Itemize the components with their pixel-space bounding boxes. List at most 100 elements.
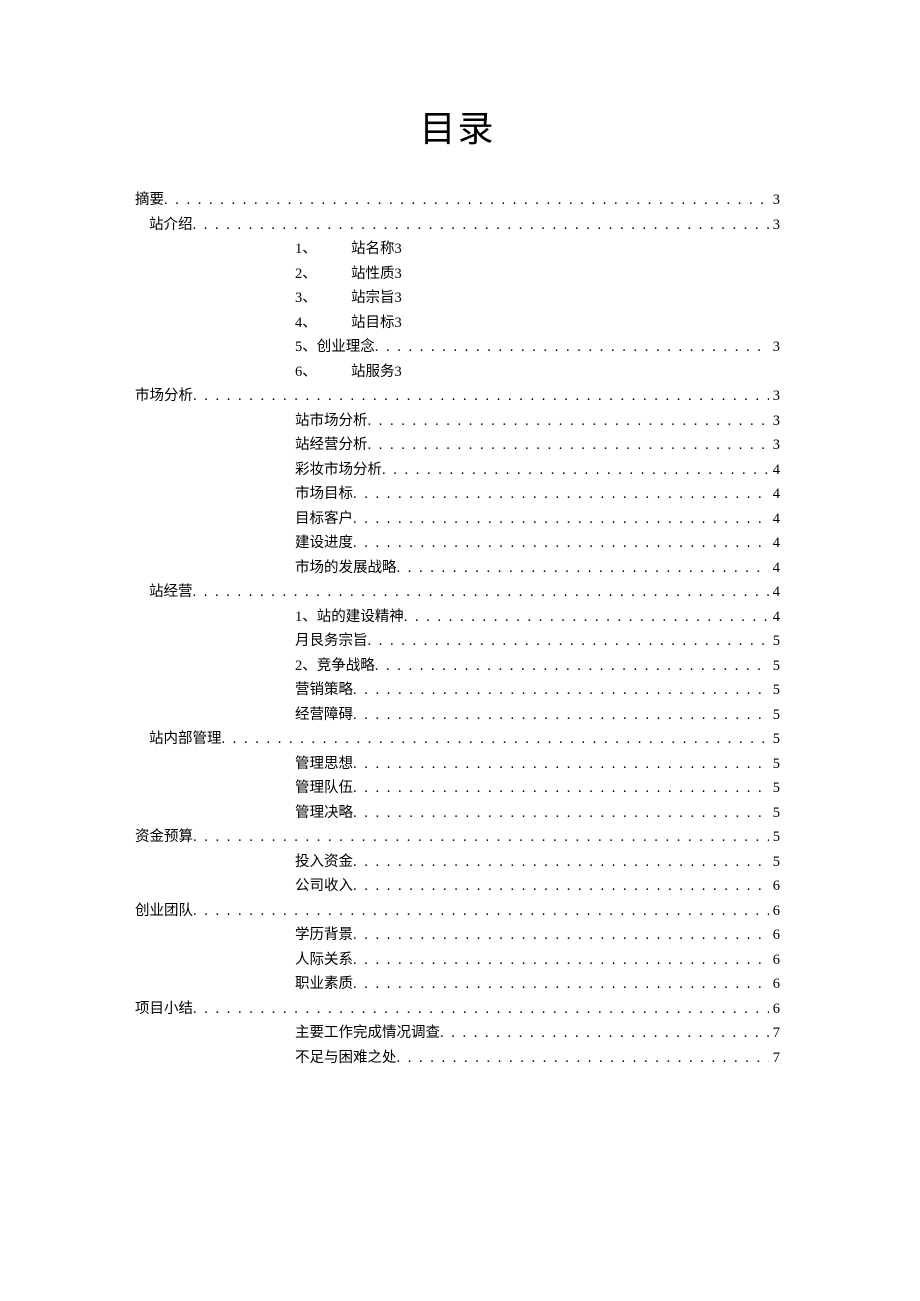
toc-line: 站市场分析3 <box>135 409 780 434</box>
toc-pageno: 5 <box>769 727 780 752</box>
toc-line: 人际关系 6 <box>135 948 780 973</box>
toc-line: 站经营分析 3 <box>135 433 780 458</box>
toc-line: 市场的发展战略 4 <box>135 556 780 581</box>
toc-pageno: 3 <box>395 286 402 311</box>
toc-label: 月艮务宗旨 <box>295 629 368 654</box>
toc-line: 目标客户 4 <box>135 507 780 532</box>
toc-label: 目标客户 <box>295 507 353 532</box>
toc-leader <box>353 776 769 801</box>
toc-pageno: 3 <box>769 433 780 458</box>
toc-line: 摘要 3 <box>135 188 780 213</box>
toc-line: 1、站名称3 <box>135 237 780 262</box>
toc-label: 建设进度 <box>295 531 353 556</box>
toc-line: 6、站服务3 <box>135 360 780 385</box>
toc-label: 竞争战略 <box>317 654 375 679</box>
toc-number: 5、 <box>295 335 317 360</box>
toc-label: 站经营分析 <box>295 433 368 458</box>
toc-line: 2、竞争战略5 <box>135 654 780 679</box>
toc-label: 营销策略 <box>295 678 353 703</box>
toc-leader <box>193 384 769 409</box>
toc-pageno: 5 <box>769 801 780 826</box>
toc-label: 经营障碍 <box>295 703 353 728</box>
toc-line: 4、站目标3 <box>135 311 780 336</box>
toc-leader <box>353 972 769 997</box>
toc-label: 站介绍 <box>149 213 193 238</box>
toc-leader <box>353 703 769 728</box>
toc-line: 资金预算5 <box>135 825 780 850</box>
toc-label: 站名称 <box>351 237 395 262</box>
toc-line: 站介绍 3 <box>135 213 780 238</box>
toc-pageno: 5 <box>769 776 780 801</box>
toc-label: 站服务 <box>351 360 395 385</box>
toc-pageno: 6 <box>769 948 780 973</box>
toc-line: 管理思想5 <box>135 752 780 777</box>
toc-line: 月艮务宗旨 5 <box>135 629 780 654</box>
toc-leader <box>193 997 769 1022</box>
toc-label: 市场分析 <box>135 384 193 409</box>
toc-leader <box>353 752 769 777</box>
toc-leader <box>368 629 769 654</box>
toc-pageno: 7 <box>769 1046 780 1071</box>
toc-pageno: 4 <box>769 580 780 605</box>
toc-label: 管理思想 <box>295 752 353 777</box>
toc-line: 彩妆市场分析4 <box>135 458 780 483</box>
toc-label: 站市场分析 <box>295 409 368 434</box>
toc-leader <box>353 801 769 826</box>
toc-label: 站性质 <box>351 262 395 287</box>
toc-pageno: 6 <box>769 972 780 997</box>
toc-line: 管理队伍 5 <box>135 776 780 801</box>
toc-leader <box>353 874 769 899</box>
toc-leader <box>193 899 769 924</box>
toc-line: 市场目标4 <box>135 482 780 507</box>
toc-leader <box>353 948 769 973</box>
toc-line: 投入资金 5 <box>135 850 780 875</box>
toc-leader <box>368 433 769 458</box>
toc-line: 营销策略5 <box>135 678 780 703</box>
toc-pageno: 7 <box>769 1021 780 1046</box>
toc-label: 站目标 <box>351 311 395 336</box>
toc-pageno: 5 <box>769 850 780 875</box>
toc-leader <box>353 678 769 703</box>
toc-pageno: 3 <box>769 213 780 238</box>
toc-pageno: 3 <box>769 335 780 360</box>
toc-pageno: 6 <box>769 874 780 899</box>
toc-label: 投入资金 <box>295 850 353 875</box>
toc-label: 市场目标 <box>295 482 353 507</box>
toc-line: 经营障碍5 <box>135 703 780 728</box>
toc-leader <box>353 850 769 875</box>
toc-leader <box>193 580 769 605</box>
toc-pageno: 3 <box>769 384 780 409</box>
toc-label: 站的建设精神 <box>317 605 404 630</box>
toc-line: 1、站的建设精神4 <box>135 605 780 630</box>
toc-number: 6、 <box>295 360 351 385</box>
toc-label: 人际关系 <box>295 948 353 973</box>
toc-leader <box>375 335 769 360</box>
toc-label: 摘要 <box>135 188 164 213</box>
toc-pageno: 4 <box>769 507 780 532</box>
toc-pageno: 5 <box>769 629 780 654</box>
toc-pageno: 4 <box>769 531 780 556</box>
toc-pageno: 3 <box>769 188 780 213</box>
toc-label: 管理决略 <box>295 801 353 826</box>
toc-pageno: 6 <box>769 899 780 924</box>
toc-label: 公司收入 <box>295 874 353 899</box>
toc-label: 学历背景 <box>295 923 353 948</box>
toc-label: 管理队伍 <box>295 776 353 801</box>
toc-leader <box>382 458 769 483</box>
toc-label: 职业素质 <box>295 972 353 997</box>
toc-pageno: 4 <box>769 556 780 581</box>
toc-leader <box>397 1046 769 1071</box>
document-page: 目录 摘要3站介绍31、站名称32、站性质33、站宗旨34、站目标35、创业理念… <box>0 0 920 1301</box>
toc-pageno: 3 <box>395 360 402 385</box>
toc-label: 站内部管理 <box>149 727 222 752</box>
toc-pageno: 5 <box>769 825 780 850</box>
toc-label: 市场的发展战略 <box>295 556 397 581</box>
toc-pageno: 5 <box>769 654 780 679</box>
toc-pageno: 4 <box>769 605 780 630</box>
toc-leader <box>353 531 769 556</box>
toc-number: 3、 <box>295 286 351 311</box>
toc-line: 学历背景6 <box>135 923 780 948</box>
toc-number: 2、 <box>295 262 351 287</box>
toc-leader <box>368 409 769 434</box>
toc-number: 1、 <box>295 237 351 262</box>
